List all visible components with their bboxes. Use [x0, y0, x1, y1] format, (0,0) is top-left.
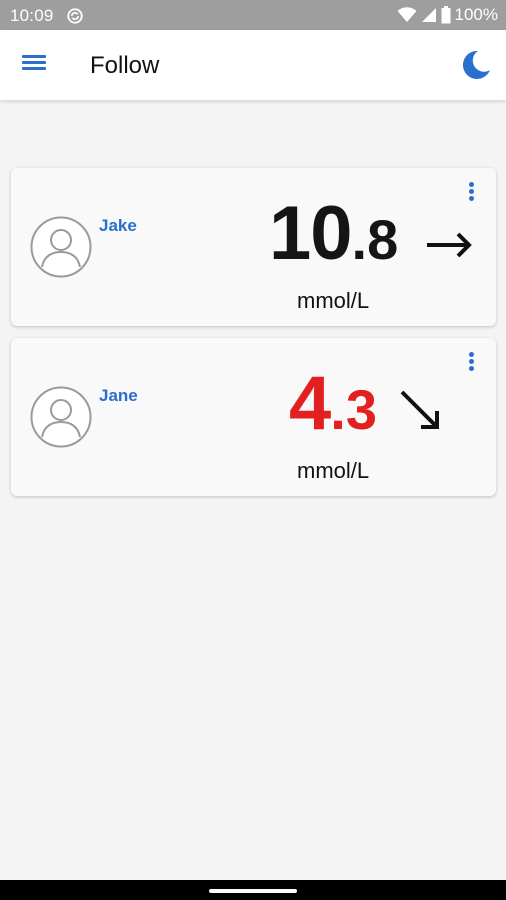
avatar-icon — [30, 216, 92, 278]
follower-card[interactable]: Jake 10 . 8 mmol/L — [11, 168, 496, 326]
battery-icon — [441, 6, 451, 24]
reading-dot: . — [330, 378, 346, 441]
wifi-icon — [397, 7, 417, 22]
reading-unit: mmol/L — [297, 288, 370, 313]
arrow-down-right-icon — [400, 390, 439, 429]
follower-name: Jane — [99, 386, 138, 405]
reading-unit: mmol/L — [297, 458, 370, 483]
reading-integer: 4 — [289, 361, 331, 446]
more-options-button[interactable] — [464, 182, 478, 206]
sync-icon — [67, 8, 83, 24]
more-vert-icon — [464, 182, 478, 201]
navigation-bar — [0, 880, 506, 900]
reading-decimal: 3 — [345, 378, 377, 441]
follower-card[interactable]: Jane 4 . 3 mmol/L — [11, 338, 496, 496]
reading-integer: 10 — [269, 191, 353, 276]
follower-name: Jake — [99, 216, 137, 235]
reading-dot: . — [351, 208, 368, 271]
status-bar: 10:09 100% — [0, 0, 506, 30]
glucose-reading: 10 . 8 — [269, 192, 398, 276]
avatar-icon — [30, 386, 92, 448]
arrow-right-icon — [427, 232, 472, 258]
more-options-button[interactable] — [464, 352, 478, 376]
status-time: 10:09 — [10, 6, 54, 25]
status-indicators: 100% — [397, 5, 498, 25]
page-title: Follow — [90, 52, 160, 79]
moon-icon[interactable] — [458, 48, 492, 82]
app-bar: Follow — [0, 30, 506, 100]
more-vert-icon — [464, 352, 478, 371]
battery-percent: 100% — [454, 5, 498, 24]
glucose-reading: 4 . 3 — [289, 362, 377, 446]
home-gesture-handle[interactable] — [209, 889, 297, 893]
reading-decimal: 8 — [367, 208, 399, 271]
signal-icon — [421, 8, 436, 22]
menu-button[interactable] — [22, 52, 48, 78]
screen: 10:09 100% Follow Jake 10 . 8 mmol/L Jan… — [0, 0, 506, 900]
menu-icon — [22, 55, 48, 70]
